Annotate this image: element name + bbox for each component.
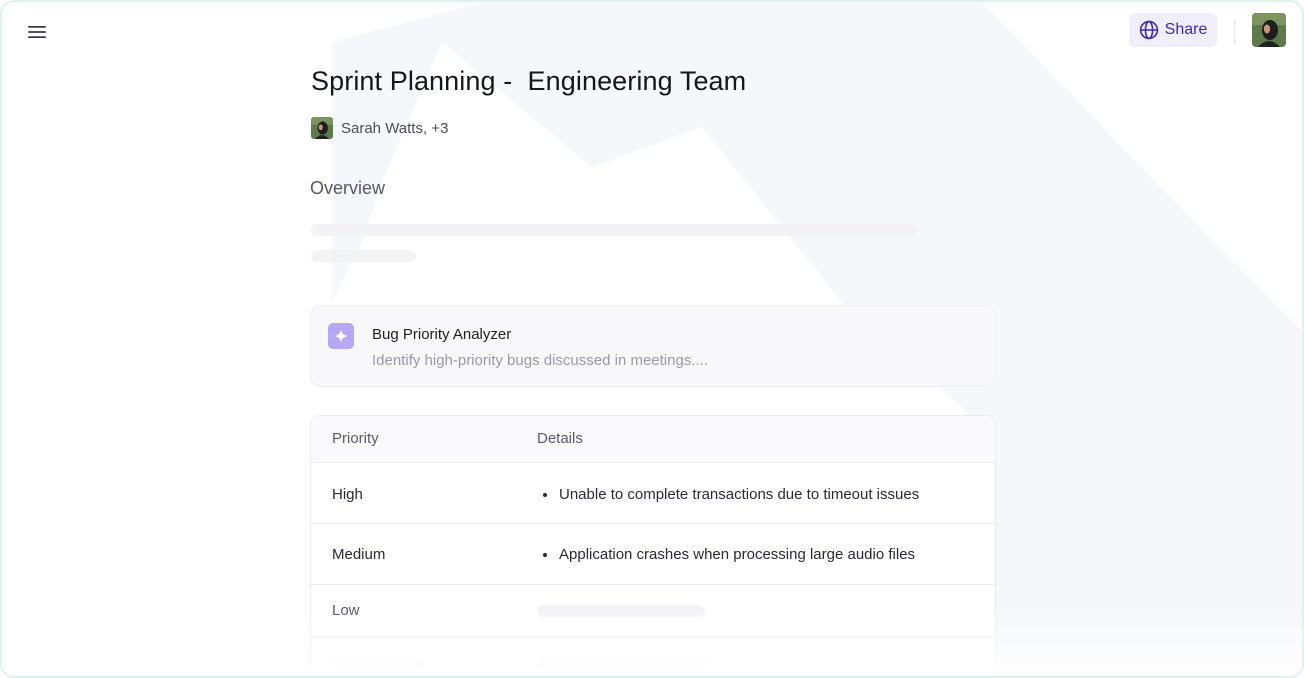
table-row: Medium Application crashes when processi… xyxy=(311,523,995,584)
author-avatar xyxy=(311,117,333,139)
priority-table: Priority Details High Unable to complete… xyxy=(310,415,996,676)
header-divider xyxy=(1234,20,1235,44)
skeleton-line xyxy=(311,250,416,262)
table-row: Low xyxy=(311,584,995,637)
detail-cell: Unable to complete transactions due to t… xyxy=(543,486,919,503)
skeleton-detail xyxy=(537,658,705,668)
globe-icon xyxy=(1139,20,1158,40)
priority-cell: Medium xyxy=(332,546,386,563)
user-avatar[interactable] xyxy=(1252,13,1286,47)
skeleton-detail xyxy=(537,605,705,617)
hamburger-menu-icon xyxy=(28,26,46,38)
bullet-icon xyxy=(543,552,547,557)
share-button[interactable]: Share xyxy=(1129,13,1217,47)
table-row-placeholder xyxy=(311,637,995,676)
author-row: Sarah Watts, +3 xyxy=(311,117,448,139)
skeleton-line xyxy=(311,224,917,236)
bug-priority-analyzer-card[interactable]: Bug Priority Analyzer Identify high-prio… xyxy=(310,305,996,387)
section-heading-overview: Overview xyxy=(310,178,386,198)
column-header-details: Details xyxy=(537,430,583,447)
column-header-priority: Priority xyxy=(332,430,379,447)
bullet-icon xyxy=(543,492,547,497)
share-label: Share xyxy=(1164,21,1208,38)
sparkle-icon xyxy=(328,323,354,349)
author-names: Sarah Watts, +3 xyxy=(341,119,449,137)
priority-cell: High xyxy=(332,486,363,503)
page-title: Sprint Planning - Engineering Team xyxy=(311,66,747,96)
author-avatar-image xyxy=(311,117,333,139)
analyzer-title: Bug Priority Analyzer xyxy=(372,326,512,343)
detail-cell: Application crashes when processing larg… xyxy=(543,546,915,563)
detail-text: Unable to complete transactions due to t… xyxy=(559,486,920,503)
priority-cell: Low xyxy=(332,602,360,619)
table-header: Priority Details xyxy=(311,416,995,462)
table-row: High Unable to complete transactions due… xyxy=(311,462,995,523)
detail-text: Application crashes when processing larg… xyxy=(559,546,916,563)
avatar-image xyxy=(1252,13,1286,47)
skeleton-priority xyxy=(332,658,422,668)
analyzer-subtitle: Identify high-priority bugs discussed in… xyxy=(372,352,708,369)
app-window: Share Sprint Planning - Engineering Team… xyxy=(0,0,1304,678)
menu-button[interactable] xyxy=(24,20,50,44)
